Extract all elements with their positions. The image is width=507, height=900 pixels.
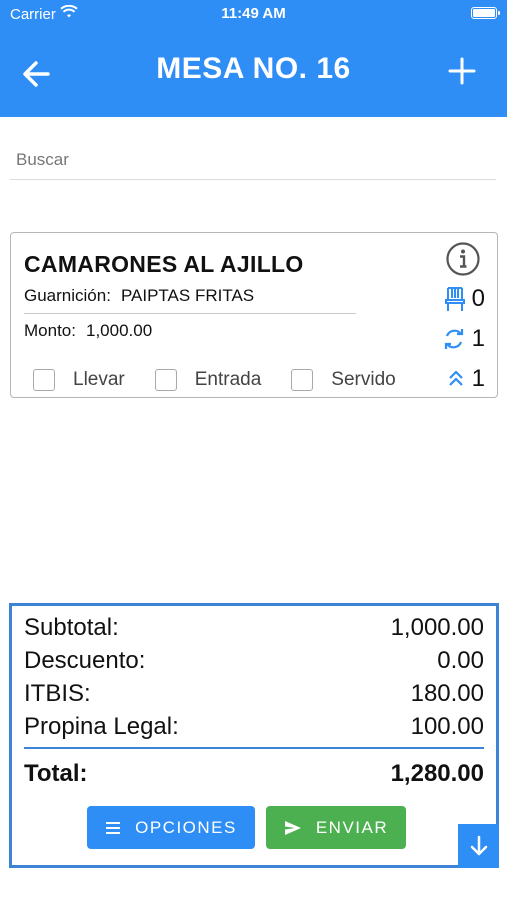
options-button[interactable]: OPCIONES — [87, 806, 255, 849]
checkbox-label: Servido — [331, 369, 396, 390]
search-input[interactable] — [10, 140, 496, 180]
subtotal-row: Subtotal: 1,000.00 — [24, 614, 484, 642]
plus-icon — [448, 57, 476, 85]
amount-value: 1,000.00 — [85, 321, 153, 340]
total-label: Total: — [24, 760, 88, 787]
garnish-value: PAIPTAS FRITAS — [120, 286, 255, 305]
send-button[interactable]: ENVIAR — [266, 806, 406, 849]
summary-panel: Subtotal: 1,000.00 Descuento: 0.00 ITBIS… — [9, 603, 499, 868]
total-row: Total: 1,280.00 — [24, 760, 484, 788]
checkbox-servido[interactable]: Servido — [291, 369, 396, 391]
menu-icon — [106, 821, 121, 834]
discount-row: Descuento: 0.00 — [24, 647, 484, 675]
subtotal-label: Subtotal: — [24, 614, 119, 641]
chair-count: 0 — [471, 285, 485, 312]
garnish-row: Guarnición: PAIPTAS FRITAS — [24, 286, 254, 306]
total-value: 1,280.00 — [390, 760, 484, 787]
add-button[interactable] — [447, 56, 477, 86]
checkbox-box[interactable] — [291, 369, 314, 391]
tip-label: Propina Legal: — [24, 713, 179, 740]
scroll-down-button[interactable] — [458, 824, 499, 868]
priority-count: 1 — [471, 365, 485, 392]
itbis-value: 180.00 — [410, 680, 484, 707]
page-title: MESA NO. 16 — [156, 52, 351, 85]
sync-count: 1 — [471, 325, 485, 352]
arrow-down-icon — [470, 835, 487, 856]
checkbox-entrada[interactable]: Entrada — [154, 369, 262, 391]
chair-icon — [444, 287, 465, 311]
chair-counter[interactable]: 0 — [444, 285, 485, 313]
checkbox-box[interactable] — [154, 369, 177, 391]
discount-value: 0.00 — [437, 647, 484, 674]
send-label: ENVIAR — [315, 817, 389, 837]
item-options: Llevar Entrada Servido — [33, 369, 426, 391]
sync-icon — [444, 329, 463, 349]
checkbox-llevar[interactable]: Llevar — [33, 369, 125, 391]
itbis-label: ITBIS: — [24, 680, 91, 707]
send-icon — [284, 820, 301, 835]
battery-icon — [471, 7, 500, 19]
status-bar: Carrier 11:49 AM — [0, 0, 507, 30]
tip-value: 100.00 — [410, 713, 484, 740]
options-label: OPCIONES — [135, 817, 237, 837]
subtotal-value: 1,000.00 — [390, 614, 484, 641]
summary-divider — [24, 747, 484, 749]
garnish-label: Guarnición: — [24, 286, 111, 305]
item-name: CAMARONES AL AJILLO — [24, 251, 304, 277]
priority-counter[interactable]: 1 — [446, 365, 485, 393]
info-icon[interactable] — [445, 241, 481, 277]
checkbox-label: Entrada — [194, 369, 262, 390]
item-divider — [24, 313, 356, 314]
order-item-card[interactable]: CAMARONES AL AJILLO Guarnición: PAIPTAS F… — [10, 232, 498, 398]
itbis-row: ITBIS: 180.00 — [24, 680, 484, 708]
discount-label: Descuento: — [24, 647, 146, 674]
checkbox-label: Llevar — [73, 369, 125, 390]
tip-row: Propina Legal: 100.00 — [24, 713, 484, 741]
status-time: 11:49 AM — [221, 5, 286, 22]
checkbox-box[interactable] — [33, 369, 55, 391]
sync-counter[interactable]: 1 — [442, 325, 485, 353]
chevrons-up-icon — [448, 370, 463, 386]
amount-label: Monto: — [24, 321, 76, 340]
amount-row: Monto: 1,000.00 — [24, 321, 152, 341]
